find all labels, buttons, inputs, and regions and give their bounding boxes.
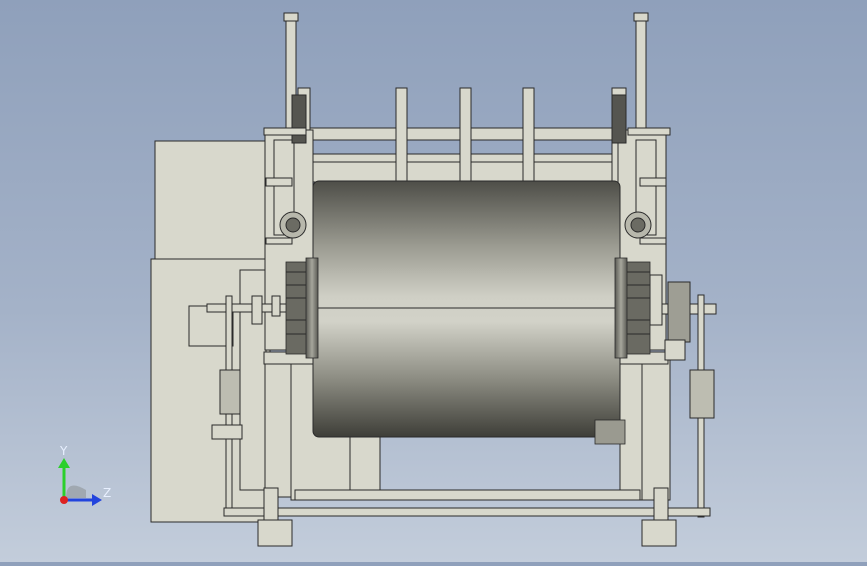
coordinate-triad-icon: Y Z (58, 444, 111, 506)
main-drum (312, 180, 621, 438)
z-axis-label: Z (103, 486, 111, 500)
right-guide-cylinder (635, 16, 647, 131)
machine-drawing: Y Z (58, 12, 717, 547)
bottom-shaft (223, 507, 711, 517)
y-axis-label: Y (59, 444, 68, 458)
cad-viewport[interactable]: Y Z (0, 0, 867, 562)
right-lower-stand (639, 354, 671, 501)
